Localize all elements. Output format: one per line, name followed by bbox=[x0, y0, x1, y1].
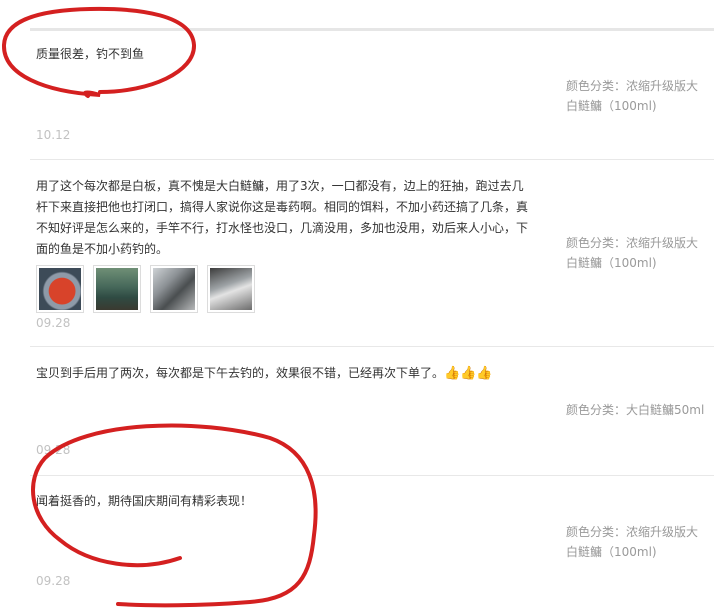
review-date: 10.12 bbox=[36, 128, 71, 142]
sku-label: 颜色分类： bbox=[566, 79, 627, 93]
review-sku: 颜色分类：浓缩升级版大白鲢鳙（100ml) bbox=[566, 522, 706, 562]
review-date: 09.28 bbox=[36, 574, 71, 588]
review-text: 用了这个每次都是白板，真不愧是大白鲢鳙，用了3次，一口都没有，边上的狂抽，跑过去… bbox=[36, 179, 529, 256]
review-item: 宝贝到手后用了两次，每次都是下午去钓的，效果很不错，已经再次下单了。👍👍👍 颜色… bbox=[30, 347, 714, 476]
review-photo-thumbnail[interactable] bbox=[150, 265, 198, 313]
review-sku: 颜色分类：大白鲢鳙50ml bbox=[566, 400, 706, 420]
review-date: 09.28 bbox=[36, 443, 71, 457]
review-item: 质量很差，钓不到鱼 颜色分类：浓缩升级版大白鲢鳙（100ml) 10.12 bbox=[30, 31, 714, 160]
review-text: 闻着挺香的，期待国庆期间有精彩表现！ bbox=[36, 494, 253, 508]
review-item: 闻着挺香的，期待国庆期间有精彩表现！ 颜色分类：浓缩升级版大白鲢鳙（100ml)… bbox=[30, 476, 714, 609]
review-sku: 颜色分类：浓缩升级版大白鲢鳙（100ml) bbox=[566, 76, 706, 116]
sku-label: 颜色分类： bbox=[566, 525, 627, 539]
review-photo-thumbnail[interactable] bbox=[207, 265, 255, 313]
review-photo-thumbnail[interactable] bbox=[93, 265, 141, 313]
review-text: 质量很差，钓不到鱼 bbox=[36, 47, 145, 61]
sku-label: 颜色分类： bbox=[566, 236, 627, 250]
review-sku: 颜色分类：浓缩升级版大白鲢鳙（100ml) bbox=[566, 233, 706, 273]
review-text: 宝贝到手后用了两次，每次都是下午去钓的，效果很不错，已经再次下单了。👍👍👍 bbox=[36, 363, 531, 384]
review-text-body: 宝贝到手后用了两次，每次都是下午去钓的，效果很不错，已经再次下单了。 bbox=[36, 366, 445, 380]
thumbs-up-icon: 👍👍👍 bbox=[444, 366, 493, 381]
sku-value: 大白鲢鳙50ml bbox=[626, 403, 705, 417]
sku-label: 颜色分类： bbox=[566, 403, 627, 417]
review-photo-thumbnail[interactable] bbox=[36, 265, 84, 313]
review-date: 09.28 bbox=[36, 316, 71, 330]
review-photos bbox=[36, 265, 264, 313]
review-item: 用了这个每次都是白板，真不愧是大白鲢鳙，用了3次，一口都没有，边上的狂抽，跑过去… bbox=[30, 160, 714, 347]
